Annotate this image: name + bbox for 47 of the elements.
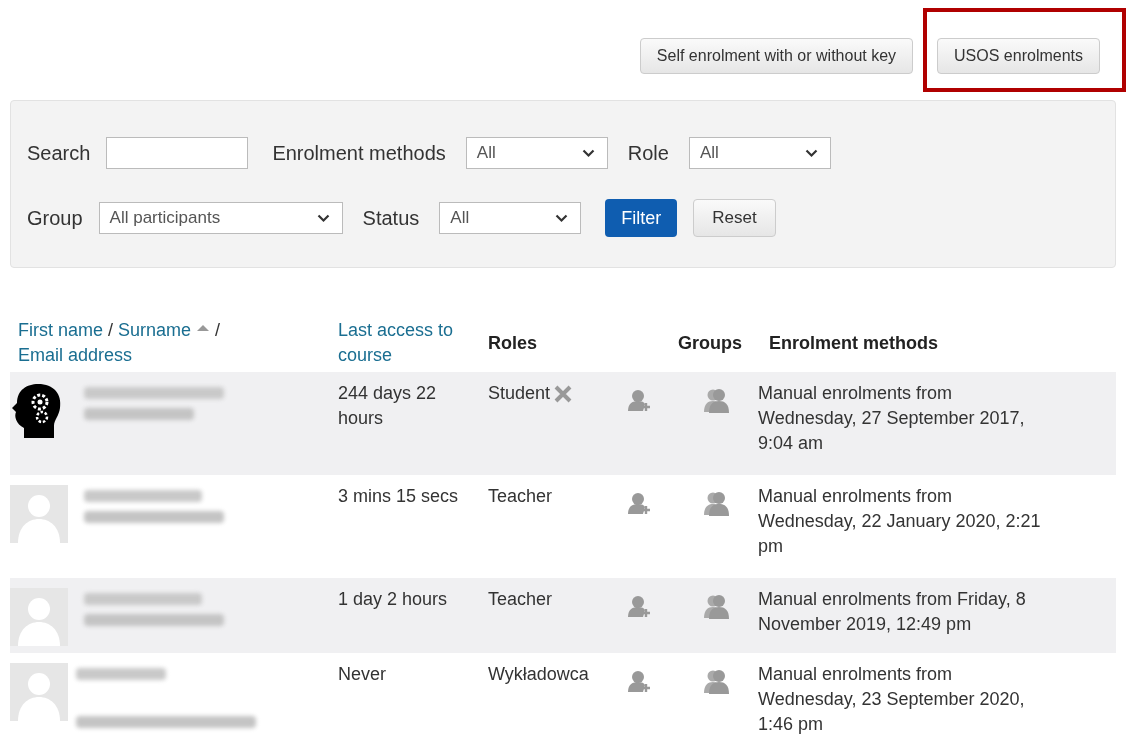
sort-link[interactable]: First name <box>18 318 104 343</box>
chevron-down-icon <box>555 213 569 223</box>
last-access-text: Never <box>338 664 386 684</box>
column-header: Roles <box>488 331 539 355</box>
enrolment-method-button[interactable]: USOS enrolments <box>937 38 1100 74</box>
chevron-down-icon <box>316 213 330 223</box>
field-label: Group <box>27 206 83 231</box>
group-icon[interactable] <box>702 594 730 620</box>
group-icon[interactable] <box>702 491 730 517</box>
sort-link[interactable]: Email address <box>18 343 133 368</box>
group-select[interactable]: All participants <box>98 202 343 234</box>
chevron-down-icon <box>804 148 818 158</box>
role-text: Teacher <box>488 485 553 508</box>
reset-button[interactable]: Reset <box>693 199 776 237</box>
last-access-text: 244 days 22 hours <box>338 383 437 428</box>
last-access-text: 1 day 2 hours <box>338 589 448 609</box>
status-select[interactable]: All <box>439 202 582 234</box>
filter-button[interactable]: Filter <box>605 199 678 237</box>
search-field[interactable] <box>106 137 249 169</box>
column-header: Enrolment methods <box>769 331 938 355</box>
default-avatar-icon <box>10 485 68 543</box>
default-avatar-icon <box>10 663 68 721</box>
chevron-down-icon <box>581 148 595 158</box>
enrolment-method-text: Manual enrolments from Wednesday, 27 September 2017, 9:04 am <box>758 383 1025 453</box>
enrolment-method-text: Manual enrolments from Friday, 8 November 2019, 12:49 pm <box>758 589 1026 634</box>
last-access-text: 3 mins 15 secs <box>338 486 459 506</box>
separator-text: / <box>214 320 221 340</box>
sort-link[interactable]: Surname <box>118 318 192 343</box>
column-header: Groups <box>678 331 743 355</box>
role-text: Teacher <box>488 588 553 611</box>
field-label: Status <box>362 206 420 231</box>
group-icon[interactable] <box>702 669 730 695</box>
field-label: Enrolment methods <box>272 141 446 166</box>
field-label: Role <box>627 141 669 166</box>
role-select[interactable]: All <box>688 137 831 169</box>
role-text: Student <box>488 382 551 405</box>
sort-link[interactable]: Last access to course <box>338 318 458 368</box>
field-label: Search <box>27 141 91 166</box>
enrolment-methods-select[interactable]: All <box>465 137 608 169</box>
remove-role-icon[interactable] <box>554 385 573 403</box>
enrolment-method-text: Manual enrolments from Wednesday, 22 January 2020, 2:21 pm <box>758 486 1041 556</box>
enrolment-method-text: Manual enrolments from Wednesday, 23 September 2020, 1:46 pm <box>758 664 1025 734</box>
group-icon[interactable] <box>702 388 730 414</box>
role-text: Wykładowca <box>488 663 589 686</box>
sort-ascending-icon <box>196 324 211 332</box>
enrolment-method-button[interactable]: Self enrolment with or without key <box>639 38 914 74</box>
separator-text: / <box>107 320 115 340</box>
